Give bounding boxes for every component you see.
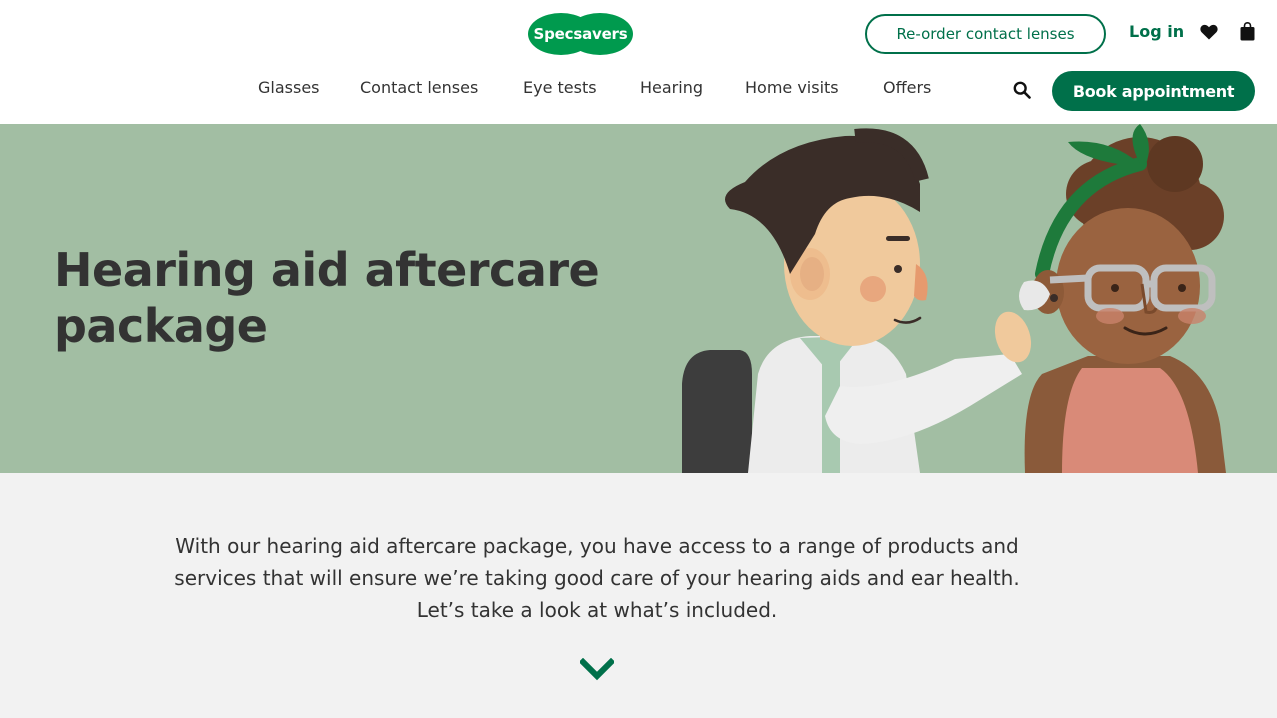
reorder-contact-lenses-button[interactable]: Re-order contact lenses (865, 14, 1106, 54)
nav-item-home-visits[interactable]: Home visits (745, 78, 839, 97)
heart-icon[interactable] (1200, 24, 1218, 40)
nav-item-eye-tests[interactable]: Eye tests (523, 78, 597, 97)
intro-paragraph: With our hearing aid aftercare package, … (174, 534, 1020, 622)
hero-banner: Hearing aid aftercare package (0, 124, 1277, 473)
login-link[interactable]: Log in (1129, 22, 1184, 41)
nav-item-glasses[interactable]: Glasses (258, 78, 320, 97)
nav-item-contact-lenses[interactable]: Contact lenses (360, 78, 478, 97)
nav-item-offers[interactable]: Offers (883, 78, 931, 97)
hearing-check-illustration (682, 124, 1226, 473)
specsavers-logo[interactable]: Specsavers (528, 13, 633, 55)
search-icon[interactable] (1013, 81, 1031, 99)
page-title: Hearing aid aftercare package (54, 243, 600, 353)
logo-text: Specsavers (533, 25, 628, 43)
site-header: Specsavers Re-order contact lenses Log i… (0, 0, 1277, 124)
chevron-down-icon[interactable] (580, 658, 614, 682)
nav-item-hearing[interactable]: Hearing (640, 78, 703, 97)
intro-section: With our hearing aid aftercare package, … (0, 473, 1277, 718)
book-appointment-button[interactable]: Book appointment (1052, 71, 1255, 111)
bag-icon[interactable] (1240, 22, 1255, 41)
